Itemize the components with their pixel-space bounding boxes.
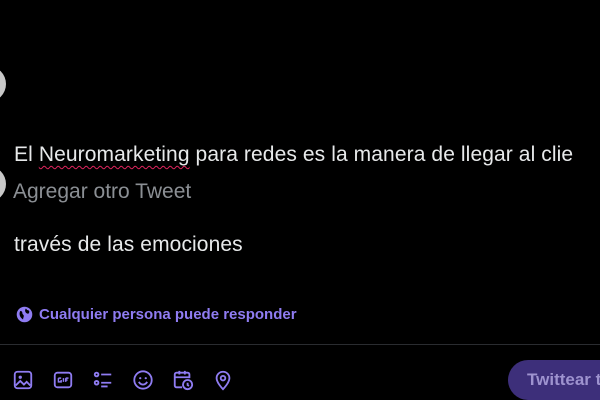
schedule-icon	[172, 369, 194, 391]
reply-setting-label: Cualquier persona puede responder	[39, 306, 297, 323]
emoji-icon	[132, 369, 154, 391]
location-icon	[212, 369, 234, 391]
tweet-text-suffix: para redes es la manera de llegar al cli…	[189, 143, 574, 166]
avatar	[0, 66, 6, 102]
poll-icon	[92, 369, 114, 391]
compose-thread-screen: El Neuromarketing para redes es la maner…	[0, 0, 600, 400]
avatar	[0, 166, 6, 202]
add-another-tweet-input[interactable]: Agregar otro Tweet	[13, 180, 191, 204]
gif-icon	[52, 369, 74, 391]
divider	[0, 344, 600, 345]
tweet-text-prefix: El	[14, 143, 39, 166]
image-icon	[12, 369, 34, 391]
media-button[interactable]	[12, 366, 52, 394]
location-button[interactable]	[212, 366, 252, 394]
globe-icon	[16, 306, 33, 323]
schedule-button[interactable]	[172, 366, 212, 394]
tweet-text-line-2: través de las emociones	[14, 233, 243, 256]
emoji-button[interactable]	[132, 366, 172, 394]
misspelled-word[interactable]: Neuromarketing	[39, 143, 190, 166]
tweet-button[interactable]: Twittear t	[508, 360, 600, 400]
reply-setting-button[interactable]: Cualquier persona puede responder	[16, 306, 297, 323]
tweet-text-line-1: El Neuromarketing para redes es la maner…	[14, 140, 600, 170]
poll-button[interactable]	[92, 366, 132, 394]
gif-button[interactable]	[52, 366, 92, 394]
compose-toolbar	[12, 366, 252, 394]
